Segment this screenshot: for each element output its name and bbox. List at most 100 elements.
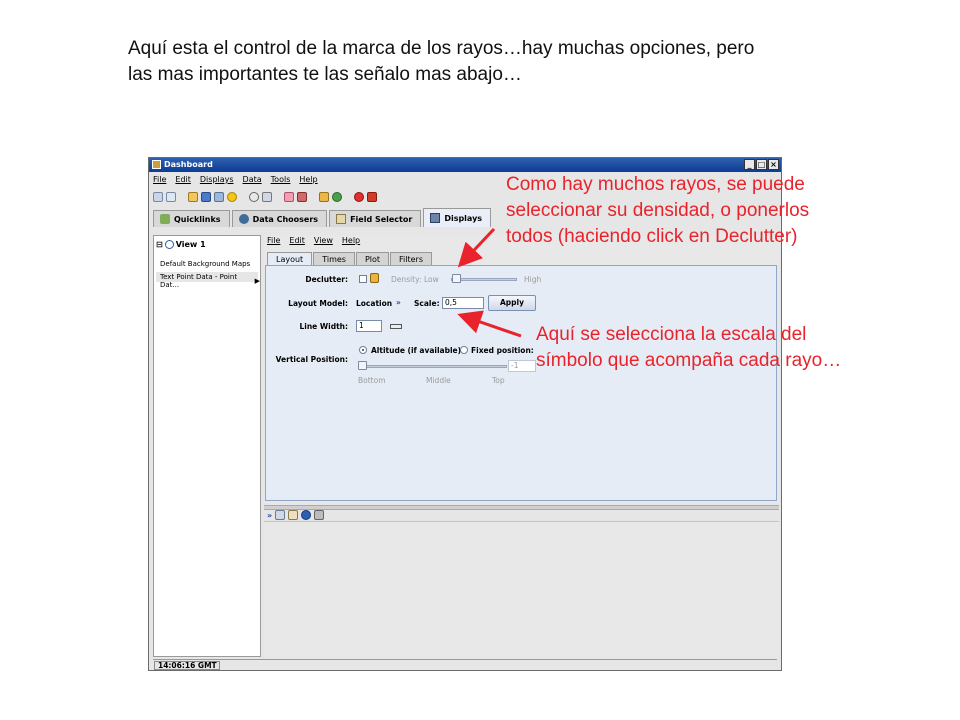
menu-help[interactable]: Help: [299, 175, 317, 184]
apply-button[interactable]: Apply: [488, 295, 536, 311]
altitude-option-label: Altitude (if available): [371, 346, 462, 355]
display-menu-view[interactable]: View: [314, 236, 333, 245]
pencil-icon[interactable]: [319, 192, 329, 202]
tree-item-background-maps[interactable]: Default Background Maps: [160, 260, 250, 268]
dashboard-tabs: Quicklinks Data Choosers Field Selector …: [153, 208, 492, 227]
vertical-position-slider-thumb[interactable]: [358, 361, 367, 370]
favorite-star-icon[interactable]: [227, 192, 237, 202]
displays-icon: [430, 213, 441, 223]
menu-displays[interactable]: Displays: [200, 175, 234, 184]
altitude-radio[interactable]: [359, 346, 367, 354]
menu-data[interactable]: Data: [243, 175, 262, 184]
layout-panel: Declutter: Density: Low High Layout Mode…: [265, 265, 777, 501]
caption-line-2: las mas importantes te las señalo mas ab…: [128, 64, 522, 85]
subtab-plot[interactable]: Plot: [355, 252, 390, 265]
tab-data-choosers[interactable]: Data Choosers: [231, 210, 328, 227]
display-subtabs: Layout Times Plot Filters: [267, 252, 433, 265]
caption-line-1: Aquí esta el control de la marca de los …: [128, 38, 755, 59]
tab-data-choosers-label: Data Choosers: [252, 214, 319, 224]
slider-middle-label: Middle: [426, 376, 451, 385]
density-label: Density:: [391, 275, 422, 284]
trash-icon[interactable]: [314, 510, 325, 520]
line-style-icon[interactable]: [390, 324, 402, 329]
globe-icon[interactable]: [332, 192, 342, 202]
scale-annotation: Aquí se selecciona la escala del símbolo…: [536, 322, 896, 374]
menu-edit[interactable]: Edit: [175, 175, 191, 184]
status-time: 14:06:16 GMT: [154, 661, 220, 670]
tree-collapse-icon[interactable]: ⊟: [156, 240, 163, 249]
menu-file[interactable]: File: [153, 175, 166, 184]
display-tree-panel: ⊟ View 1 Default Background Maps Text Po…: [153, 235, 261, 657]
scissors-icon[interactable]: [297, 192, 307, 202]
layout-model-dropdown-icon[interactable]: »: [396, 298, 401, 307]
subtab-layout[interactable]: Layout: [267, 252, 313, 265]
tree-item-point-data-label: Text Point Data - Point Dat...: [160, 273, 238, 289]
cancel-icon[interactable]: [367, 192, 377, 202]
line-width-label: Line Width:: [299, 322, 348, 331]
help-icon[interactable]: [249, 192, 259, 202]
view-crosshair-icon: [164, 240, 174, 249]
quicklinks-icon: [160, 214, 170, 224]
fixed-position-radio[interactable]: [460, 346, 468, 354]
window-title: Dashboard: [164, 160, 213, 169]
density-annotation-line-2: seleccionar su densidad, o ponerlos: [506, 200, 810, 221]
main-menubar: File Edit Displays Data Tools Help: [153, 175, 318, 184]
status-bar: 14:06:16 GMT: [153, 659, 777, 671]
tab-field-selector[interactable]: Field Selector: [329, 210, 422, 227]
main-toolbar: [153, 192, 377, 202]
tab-quicklinks-label: Quicklinks: [174, 214, 221, 224]
slide-caption: Aquí esta el control de la marca de los …: [128, 36, 868, 88]
fixed-position-input[interactable]: -1: [508, 360, 536, 372]
line-width-input[interactable]: 1: [356, 320, 382, 332]
layout-model-label: Layout Model:: [288, 299, 348, 308]
scale-annotation-line-1: Aquí se selecciona la escala del: [536, 324, 807, 345]
open-folder-icon[interactable]: [188, 192, 198, 202]
collapse-chevron-icon[interactable]: »: [267, 511, 272, 520]
display-bottom-toolbar: »: [267, 510, 325, 520]
eraser-icon[interactable]: [284, 192, 294, 202]
new-display-icon[interactable]: [275, 510, 286, 520]
display-menu-file[interactable]: File: [267, 236, 280, 245]
expand-arrow-icon[interactable]: ▶: [255, 277, 260, 285]
declutter-label: Declutter:: [305, 275, 348, 284]
maximize-icon[interactable]: □: [756, 159, 767, 170]
close-icon[interactable]: ×: [768, 159, 779, 170]
field-selector-icon: [336, 214, 347, 224]
display-bottom-area: [264, 521, 779, 658]
vertical-position-slider[interactable]: [359, 365, 507, 368]
scale-annotation-line-2: símbolo que acompaña cada rayo…: [536, 350, 842, 371]
slider-top-label: Top: [492, 376, 505, 385]
declutter-checkbox[interactable]: [359, 275, 367, 283]
info-icon[interactable]: [301, 510, 312, 520]
hand-pan-icon[interactable]: [288, 510, 299, 520]
split-pane-divider[interactable]: [264, 505, 779, 510]
window-controls: _ □ ×: [744, 159, 779, 170]
lock-icon[interactable]: [370, 273, 379, 283]
data-source-icon[interactable]: [153, 192, 163, 202]
display-menubar: File Edit View Help: [267, 236, 360, 245]
menu-tools[interactable]: Tools: [271, 175, 291, 184]
tab-quicklinks[interactable]: Quicklinks: [153, 210, 230, 227]
display-menu-edit[interactable]: Edit: [289, 236, 305, 245]
density-slider-thumb[interactable]: [452, 274, 461, 283]
new-window-icon[interactable]: [166, 192, 176, 202]
tab-field-selector-label: Field Selector: [350, 214, 413, 224]
stop-icon[interactable]: [354, 192, 364, 202]
density-annotation-line-3: todos (haciendo click en Declutter): [506, 226, 798, 247]
tree-item-point-data[interactable]: Text Point Data - Point Dat... ▶: [160, 273, 260, 289]
tree-view-node[interactable]: ⊟ View 1: [156, 240, 206, 249]
bundle-icon[interactable]: [214, 192, 224, 202]
minimize-icon[interactable]: _: [744, 159, 755, 170]
layout-model-value[interactable]: Location: [356, 299, 392, 308]
tab-displays-label: Displays: [444, 213, 483, 223]
display-menu-help[interactable]: Help: [342, 236, 360, 245]
subtab-filters[interactable]: Filters: [390, 252, 433, 265]
save-icon[interactable]: [201, 192, 211, 202]
window-titlebar: Dashboard _ □ ×: [149, 158, 781, 172]
density-annotation: Como hay muchos rayos, se puede seleccio…: [506, 172, 866, 250]
tab-displays[interactable]: Displays: [423, 208, 492, 227]
scale-input[interactable]: 0,5: [442, 297, 484, 309]
subtab-times[interactable]: Times: [313, 252, 355, 265]
fixed-position-label: Fixed position:: [471, 346, 534, 355]
image-icon[interactable]: [262, 192, 272, 202]
